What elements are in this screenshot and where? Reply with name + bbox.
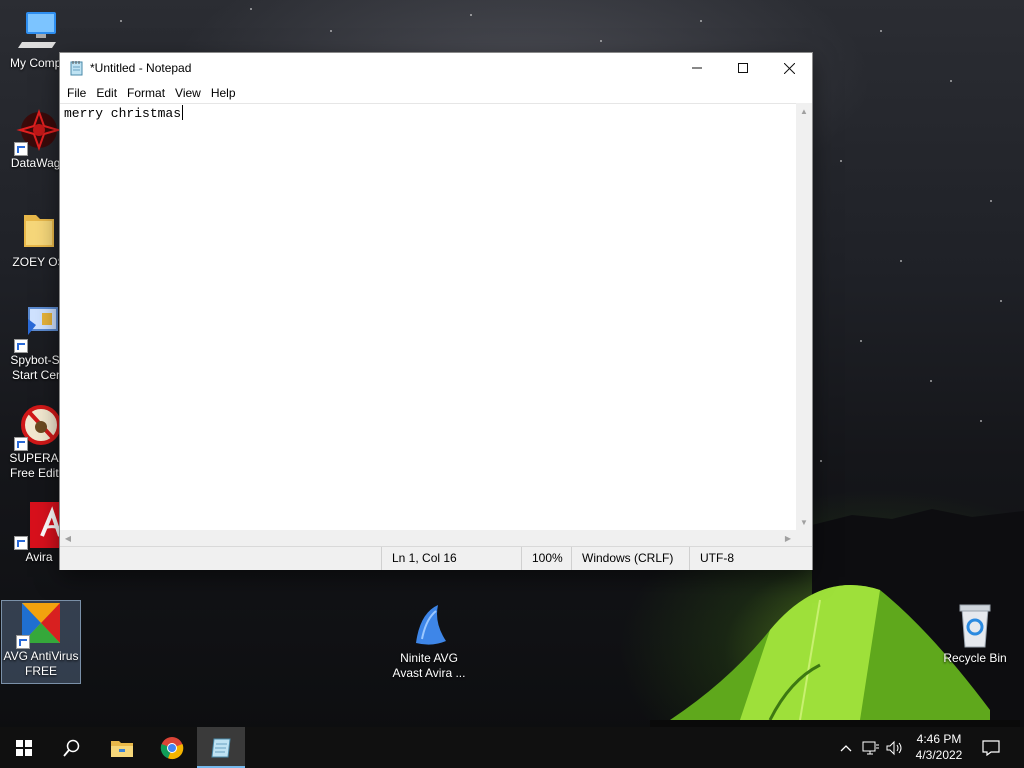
desktop-icon-ninite[interactable]: Ninite AVG Avast Avira ... <box>389 603 469 681</box>
text-editor[interactable]: merry christmas <box>60 103 796 531</box>
text-caret <box>182 105 184 120</box>
scroll-down-arrow-icon[interactable]: ▼ <box>796 514 812 530</box>
horizontal-scrollbar[interactable]: ◀ ▶ <box>60 530 796 546</box>
title-bar[interactable]: *Untitled - Notepad <box>60 53 812 83</box>
editor-content: merry christmas <box>64 106 182 121</box>
avg-icon <box>16 601 64 649</box>
close-button[interactable] <box>766 53 812 83</box>
clock-date: 4/3/2022 <box>915 748 963 762</box>
volume-button[interactable] <box>884 727 906 768</box>
menu-file[interactable]: File <box>62 86 91 100</box>
clock[interactable]: 4:46 PM 4/3/2022 <box>908 731 970 763</box>
menu-view[interactable]: View <box>170 86 206 100</box>
desktop-icon-label: Ninite AVG Avast Avira ... <box>392 651 466 680</box>
start-button[interactable] <box>0 727 48 768</box>
editor-content-line: merry christmas <box>64 105 184 123</box>
status-zoom: 100% <box>521 547 571 570</box>
scroll-left-arrow-icon[interactable]: ◀ <box>60 530 76 546</box>
status-bar: Ln 1, Col 16 100% Windows (CRLF) UTF-8 <box>60 546 812 570</box>
start-icon <box>16 739 32 756</box>
taskbar-notepad[interactable] <box>197 727 245 768</box>
chevron-up-icon <box>840 744 852 751</box>
notepad-icon <box>211 738 231 757</box>
desktop-icon-label: AVG AntiVirus FREE <box>3 649 79 678</box>
ninite-icon <box>406 603 452 649</box>
scrollbar-corner <box>796 530 812 546</box>
notepad-icon <box>69 60 85 76</box>
spybot-icon <box>14 305 62 353</box>
notepad-window[interactable]: *Untitled - Notepad File Edit Format Vie… <box>60 53 812 570</box>
maximize-button[interactable] <box>720 53 766 83</box>
scroll-up-arrow-icon[interactable]: ▲ <box>796 103 812 119</box>
desktop-icon-avg-antivirus[interactable]: AVG AntiVirus FREE <box>1 600 81 684</box>
menu-bar: File Edit Format View Help <box>60 83 812 103</box>
maximize-icon <box>738 63 748 73</box>
taskbar-chrome[interactable] <box>148 727 196 768</box>
datawagon-icon <box>14 108 62 156</box>
desktop-icon-recycle-bin[interactable]: Recycle Bin <box>936 603 1014 666</box>
taskbar-file-explorer[interactable] <box>98 727 146 768</box>
close-icon <box>783 62 795 74</box>
taskbar: 4:46 PM 4/3/2022 <box>0 727 1024 768</box>
search-button[interactable] <box>48 727 96 768</box>
search-icon <box>63 739 80 757</box>
menu-format[interactable]: Format <box>122 86 170 100</box>
folder-icon <box>16 207 62 253</box>
menu-edit[interactable]: Edit <box>91 86 122 100</box>
avira-icon <box>14 502 76 550</box>
menu-help[interactable]: Help <box>206 86 241 100</box>
minimize-icon <box>692 67 702 69</box>
computer-icon <box>16 8 62 54</box>
notification-icon <box>982 739 1000 756</box>
speaker-icon <box>886 740 902 755</box>
superantispyware-icon <box>14 403 62 451</box>
recycle-bin-icon <box>952 603 998 649</box>
desktop-icon-label: Recycle Bin <box>943 651 1007 665</box>
chrome-icon <box>160 736 184 759</box>
clock-time: 4:46 PM <box>916 732 962 746</box>
scroll-right-arrow-icon[interactable]: ▶ <box>780 530 796 546</box>
window-title: *Untitled - Notepad <box>90 61 192 75</box>
network-icon <box>862 741 879 754</box>
minimize-button[interactable] <box>674 53 720 83</box>
vertical-scrollbar[interactable]: ▲ ▼ <box>796 103 812 530</box>
status-encoding: UTF-8 <box>689 547 812 570</box>
status-line-ending: Windows (CRLF) <box>571 547 689 570</box>
action-center-button[interactable] <box>976 727 1006 768</box>
network-button[interactable] <box>860 727 882 768</box>
show-hidden-icons-button[interactable] <box>836 727 856 768</box>
status-cursor-position: Ln 1, Col 16 <box>381 547 521 570</box>
file-explorer-icon <box>111 740 133 757</box>
